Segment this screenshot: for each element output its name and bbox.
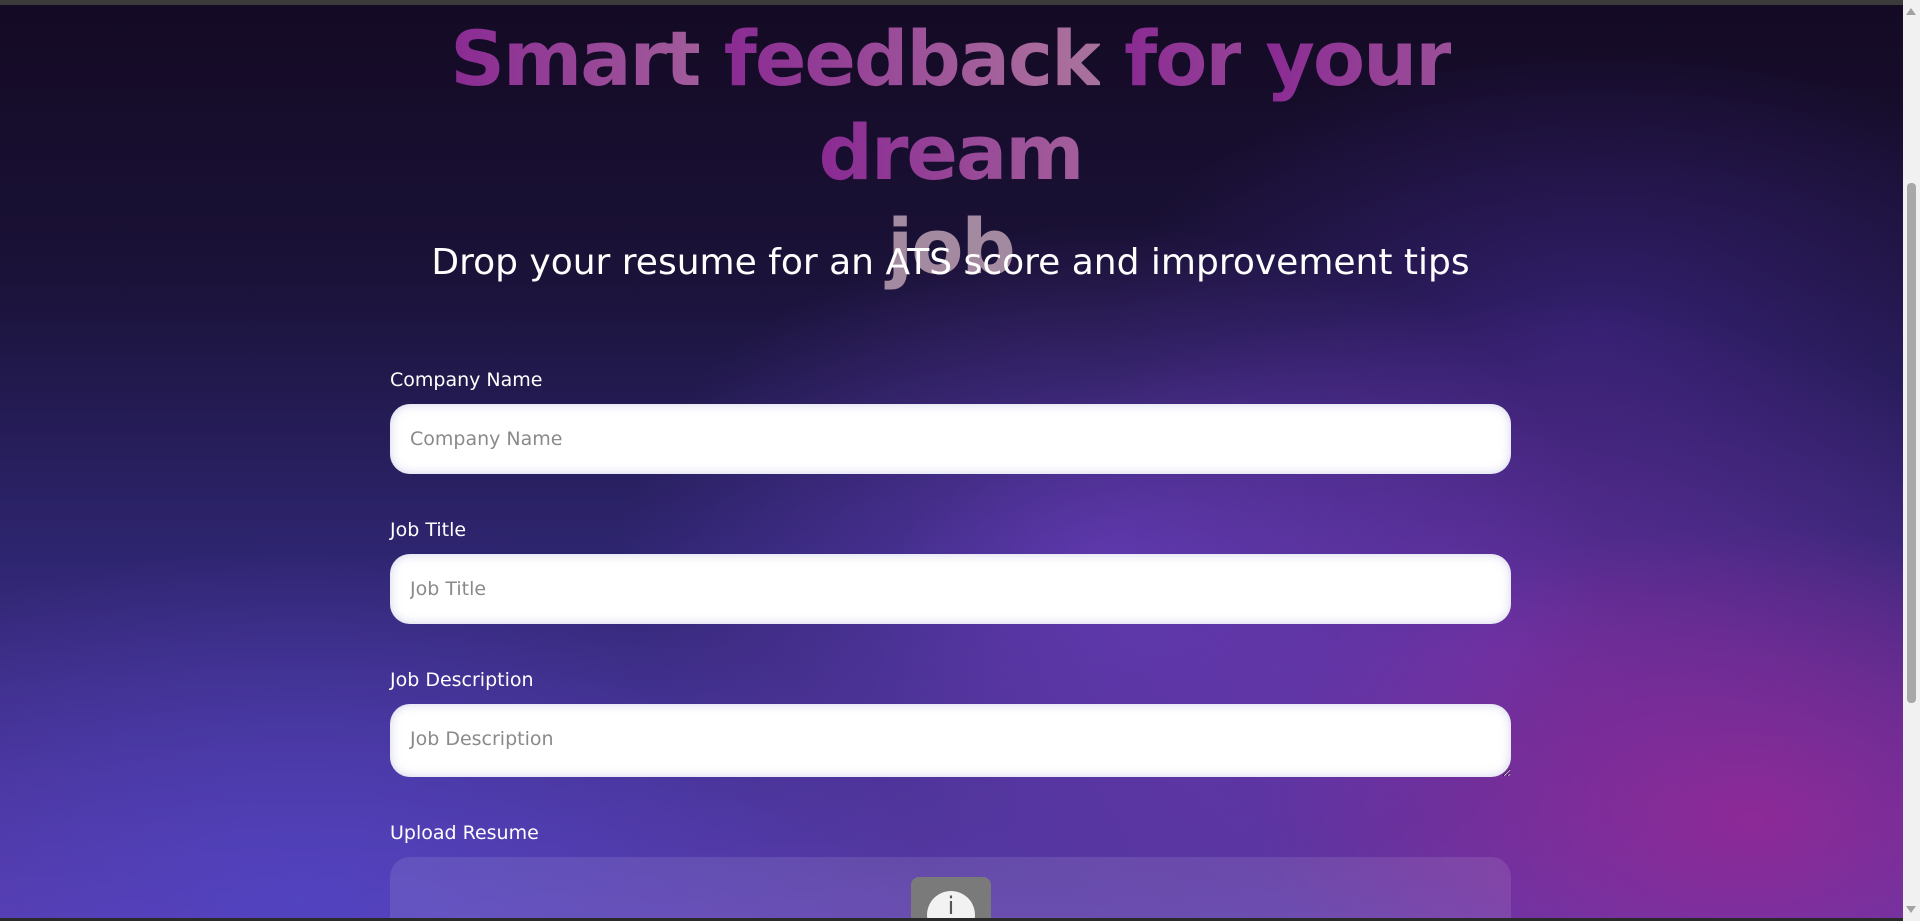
vertical-scrollbar[interactable] <box>1903 0 1920 921</box>
scrollbar-thumb[interactable] <box>1907 183 1916 703</box>
company-name-input[interactable] <box>390 404 1511 474</box>
scroll-down-arrow-icon[interactable] <box>1906 906 1916 913</box>
hero-title-word: feedback <box>723 14 1102 103</box>
hero-title-word: for <box>1124 14 1243 103</box>
job-title-input[interactable] <box>390 554 1511 624</box>
hero-title-line-1: Smart feedback for your dream <box>390 12 1511 200</box>
info-icon: i <box>927 891 975 921</box>
page-background: Smart feedback for your dream job Drop y… <box>0 0 1920 921</box>
resume-dropzone[interactable]: i <box>390 857 1511 921</box>
hero-title-word: your <box>1265 14 1452 103</box>
job-description-textarea[interactable] <box>390 704 1511 777</box>
hero-subtitle: Drop your resume for an ATS score and im… <box>431 242 1470 283</box>
hero-title-word: Smart <box>450 14 701 103</box>
hero-title-word: dream <box>818 108 1085 197</box>
upload-resume-label: Upload Resume <box>390 822 539 844</box>
window-top-edge <box>0 0 1920 5</box>
upload-icon-tile: i <box>911 877 991 921</box>
company-name-label: Company Name <box>390 369 543 391</box>
job-title-label: Job Title <box>390 519 467 541</box>
job-description-label: Job Description <box>390 669 534 691</box>
scroll-up-arrow-icon[interactable] <box>1906 8 1916 15</box>
